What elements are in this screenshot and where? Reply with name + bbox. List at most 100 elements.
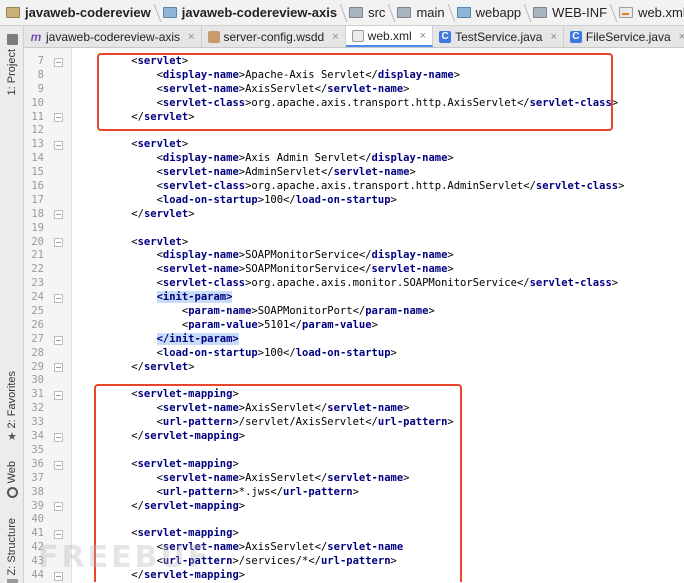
line-number: 15 <box>31 166 44 179</box>
line-number: 19 <box>31 221 44 234</box>
fold-marker-icon[interactable] <box>54 293 63 303</box>
line-number: 33 <box>31 416 44 429</box>
code-line: <display-name>SOAPMonitorService</displa… <box>72 249 684 263</box>
breadcrumb-item[interactable]: javaweb-codereview-axis <box>161 0 339 25</box>
xml-punctuation: > <box>188 207 195 220</box>
fold-marker-icon[interactable] <box>54 432 63 442</box>
xml-punctuation: > <box>447 263 454 276</box>
close-tab-icon[interactable]: × <box>420 30 426 42</box>
xml-punctuation: < <box>106 180 163 193</box>
code-line: </servlet-mapping> <box>72 430 684 444</box>
fold-marker-icon[interactable] <box>54 238 63 248</box>
fold-marker-icon[interactable] <box>54 530 63 540</box>
close-tab-icon[interactable]: × <box>679 31 684 43</box>
xml-punctuation: </ <box>358 152 372 165</box>
editor-tab[interactable]: C TestService.java × <box>433 26 564 47</box>
xml-file-icon <box>619 7 634 18</box>
xml-text: SOAPMonitorPort <box>257 305 353 318</box>
editor-tab[interactable]: server-config.wsdd × <box>202 26 346 47</box>
line-number: 36 <box>31 457 44 470</box>
project-tool-button[interactable]: 1: Project <box>2 34 22 95</box>
close-tab-icon[interactable]: × <box>332 31 338 43</box>
xml-tag-name: url-pattern <box>162 416 233 429</box>
xml-tag-name: servlet <box>143 360 189 373</box>
xml-tag-name: display-name <box>162 68 239 81</box>
editor-tab[interactable]: m javaweb-codereview-axis × <box>24 26 202 47</box>
editor-tab[interactable]: CFileService.java × <box>564 26 684 47</box>
web-tool-button[interactable]: Web <box>2 461 22 499</box>
line-number: 18 <box>31 207 44 220</box>
fold-marker-icon[interactable] <box>54 57 63 67</box>
line-number: 38 <box>31 485 44 498</box>
fold-marker-icon[interactable] <box>54 140 63 150</box>
fold-marker-icon[interactable] <box>54 335 63 345</box>
breadcrumb-item[interactable]: webapp <box>455 0 524 25</box>
xml-tag-name: servlet-name <box>327 82 404 95</box>
xml-punctuation: </ <box>106 360 144 373</box>
xml-text: SOAPMonitorService <box>245 263 359 276</box>
fold-marker-icon[interactable] <box>54 502 63 512</box>
fold-marker-icon[interactable] <box>54 460 63 470</box>
structure-tool-button[interactable]: Z: Structure <box>2 518 22 583</box>
xml-tag-name: param-value <box>302 318 372 331</box>
editor-tab-label: web.xml <box>367 28 412 43</box>
code-editor[interactable]: <servlet> <display-name>Apache-Axis Serv… <box>72 48 684 583</box>
xml-punctuation: < <box>106 485 163 498</box>
breadcrumb-item[interactable]: main <box>395 0 446 25</box>
project-icon <box>6 34 18 45</box>
xml-text: org.apache.axis.monitor.SOAPMonitorServi… <box>251 277 517 290</box>
code-line: </servlet> <box>72 208 684 222</box>
code-line: </servlet-mapping> <box>72 500 684 514</box>
editor-tab[interactable]: web.xml × <box>345 26 434 47</box>
xml-tag-name: url-pattern <box>283 485 353 498</box>
xml-punctuation: > <box>447 152 454 165</box>
xml-text: 100 <box>264 193 284 206</box>
fold-marker-icon[interactable] <box>54 113 63 123</box>
project-folder-icon <box>6 7 20 18</box>
xml-punctuation: </ <box>365 68 378 81</box>
xml-punctuation <box>106 333 157 345</box>
fold-marker-icon[interactable] <box>54 363 63 373</box>
code-line: <param-value>5101</param-value> <box>72 319 684 333</box>
breadcrumb-item[interactable]: src <box>347 0 387 25</box>
xml-punctuation: > <box>453 68 461 81</box>
xml-text: 5101 <box>264 318 290 331</box>
line-number: 22 <box>31 263 44 276</box>
xml-punctuation: > <box>232 527 239 540</box>
fold-marker-icon[interactable] <box>54 391 63 401</box>
line-number: 29 <box>31 360 44 373</box>
breadcrumb-item[interactable]: web.xml <box>617 0 684 25</box>
line-number: 17 <box>31 193 44 206</box>
close-tab-icon[interactable]: × <box>188 31 194 43</box>
breadcrumb-label: src <box>368 5 386 20</box>
module-folder-icon <box>162 7 177 18</box>
xml-punctuation: < <box>106 416 163 429</box>
code-line: <servlet-class>org.apache.axis.transport… <box>72 97 684 111</box>
xml-tag-name: servlet-name <box>162 402 239 415</box>
code-line: <servlet> <box>72 55 684 69</box>
xml-punctuation: < <box>106 263 163 276</box>
xml-tag-name: display-name <box>371 152 448 165</box>
xml-punctuation: < <box>106 388 138 401</box>
close-tab-icon[interactable]: × <box>550 31 556 43</box>
xml-tag-name: servlet-class <box>535 180 619 193</box>
xml-text: Apache-Axis Servlet <box>245 68 366 81</box>
structure-icon <box>6 579 18 583</box>
breadcrumb-item[interactable]: javaweb-codereview <box>4 0 153 25</box>
fold-marker-icon[interactable] <box>54 210 63 220</box>
breadcrumb-label: webapp <box>475 5 522 20</box>
editor-tab-label: server-config.wsdd <box>223 29 325 44</box>
breadcrumb-item[interactable]: WEB-INF <box>531 0 609 25</box>
xml-tag-name: servlet-mapping <box>137 457 233 470</box>
star-icon: ★ <box>7 431 17 444</box>
favorites-tool-button[interactable]: 2: Favorites ★ <box>2 371 22 443</box>
xml-tag-name: display-name <box>162 152 239 165</box>
web-folder-icon <box>456 7 471 18</box>
code-line: <servlet-name>SOAPMonitorService</servle… <box>72 263 684 277</box>
line-number: 32 <box>31 402 44 415</box>
breadcrumb-label: main <box>416 5 445 20</box>
xml-tag-name: servlet <box>143 207 189 220</box>
xml-text: AdminServlet <box>245 166 321 179</box>
xml-punctuation: > <box>188 110 195 123</box>
